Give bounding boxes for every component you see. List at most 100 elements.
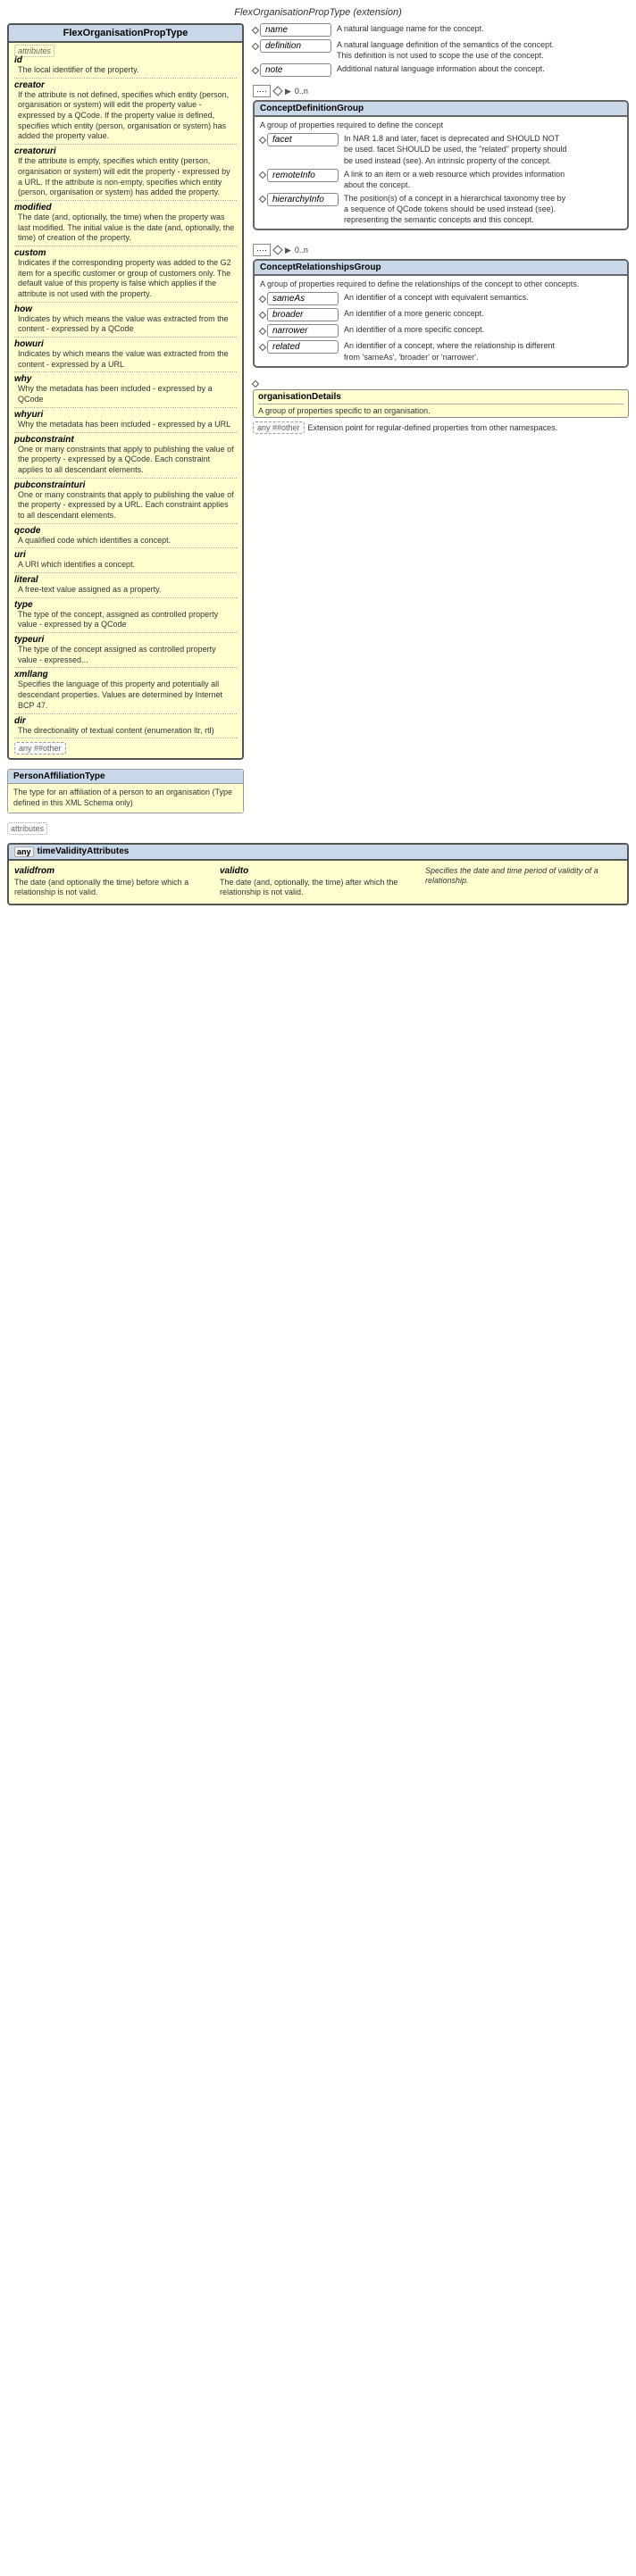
crg-desc: A group of properties required to define… (260, 279, 622, 288)
attr-why: why Why the metadata has been included -… (14, 374, 237, 404)
prop-name-narrower: narrower (267, 324, 339, 338)
time-validity-section: any timeValidityAttributes validfrom The… (7, 843, 629, 905)
tv-title: timeValidityAttributes (38, 846, 130, 856)
prop-name-sameas: sameAs (267, 292, 339, 305)
cdg-connector-dots: ···· (253, 85, 271, 97)
top-section: FlexOrganisationPropType attributes id T… (7, 23, 629, 813)
prop-desc-sameas: An identifier of a concept with equivale… (344, 292, 529, 303)
org-any-other-row: any ##other Extension point for regular-… (253, 421, 629, 434)
attr-custom: custom Indicates if the corresponding pr… (14, 248, 237, 300)
diamond-icon-definition (252, 42, 259, 49)
org-any-other-desc: Extension point for regular-defined prop… (308, 423, 558, 432)
validfrom-name: validfrom (14, 866, 211, 876)
diamond-icon-related (259, 344, 266, 351)
prop-name-remoteinfo: remoteInfo (267, 169, 339, 182)
attr-pubconstrainturi: pubconstrainturi One or many constraints… (14, 480, 237, 521)
crg-connector-dots: ···· (253, 244, 271, 256)
tv-header-any: any (14, 846, 34, 857)
right-panel: name A natural language name for the con… (253, 23, 629, 439)
person-affiliation-box: PersonAffiliationType The type for an af… (7, 769, 244, 813)
prop-row-hierarchyinfo: hierarchyInfo The position(s) of a conce… (260, 193, 622, 225)
flex-org-prop-type-title: FlexOrganisationPropType (9, 25, 242, 43)
prop-desc-narrower: An identifier of a more specific concept… (344, 324, 484, 335)
prop-name-broader: broader (267, 308, 339, 321)
attr-howuri: howuri Indicates by which means the valu… (14, 339, 237, 370)
diagram-container: FlexOrganisationPropType (extension) Fle… (0, 0, 636, 2576)
person-affiliation-body: The type for an affiliation of a person … (8, 784, 243, 812)
prop-row-name: name A natural language name for the con… (253, 23, 629, 37)
attr-uri: uri A URI which identifies a concept. (14, 550, 237, 571)
prop-row-broader: broader An identifier of a more generic … (260, 308, 622, 321)
attr-creator: creator If the attribute is not defined,… (14, 80, 237, 142)
prop-row-definition: definition A natural language definition… (253, 39, 629, 61)
prop-desc-facet: In NAR 1.8 and later, facet is deprecate… (344, 133, 567, 165)
attr-whyuri: whyuri Why the metadata has been include… (14, 410, 237, 430)
crg-multi-label: 0..n (295, 246, 308, 254)
flex-org-prop-type-box: FlexOrganisationPropType attributes id T… (7, 23, 244, 760)
cdg-multiplicity: ▶ (285, 87, 291, 96)
concept-relationships-group-section: ···· ▶ 0..n ConceptRelationshipsGroup A … (253, 244, 629, 367)
diamond-icon-facet (259, 137, 266, 144)
bottom-attributes-label: attributes (7, 822, 47, 835)
attr-creatoruri: creatoruri If the attribute is empty, sp… (14, 146, 237, 198)
organisation-details-box: organisationDetails A group of propertie… (253, 389, 629, 418)
org-details-desc: A group of properties specific to an org… (258, 406, 623, 415)
concept-definition-group-box: ConceptDefinitionGroup A group of proper… (253, 100, 629, 230)
prop-row-related: related An identifier of a concept, wher… (260, 340, 622, 362)
prop-desc-broader: An identifier of a more generic concept. (344, 308, 484, 319)
prop-row-note: note Additional natural language informa… (253, 63, 629, 77)
diamond-icon-sameas (259, 296, 266, 303)
concept-relationships-group-box: ConceptRelationshipsGroup A group of pro… (253, 259, 629, 367)
attr-dir: dir The directionality of textual conten… (14, 716, 237, 737)
prop-name-hierarchyinfo: hierarchyInfo (267, 193, 339, 206)
organisation-details-section: organisationDetails A group of propertie… (253, 381, 629, 434)
prop-desc-hierarchyinfo: The position(s) of a concept in a hierar… (344, 193, 567, 225)
cdg-body: A group of properties required to define… (255, 117, 627, 229)
attr-pubconstraint: pubconstraint One or many constraints th… (14, 435, 237, 476)
prop-row-facet: facet In NAR 1.8 and later, facet is dep… (260, 133, 622, 165)
diamond-icon-note (252, 67, 259, 74)
prop-name-definition: definition (260, 39, 331, 53)
cdg-title: ConceptDefinitionGroup (255, 102, 627, 117)
attr-type: type The type of the concept, assigned a… (14, 600, 237, 630)
schema-title: FlexOrganisationPropType (extension) (7, 7, 629, 18)
validto-section: validto The date (and, optionally, the t… (220, 866, 416, 898)
time-validity-header: any timeValidityAttributes (9, 845, 627, 861)
attr-typeuri: typeuri The type of the concept assigned… (14, 635, 237, 665)
diamond-icon-name (252, 26, 259, 33)
prop-row-narrower: narrower An identifier of a more specifi… (260, 324, 622, 338)
crg-diamond-icon (272, 246, 282, 255)
org-details-title: organisationDetails (258, 392, 623, 404)
prop-desc-remoteinfo: A link to an item or a web resource whic… (344, 169, 567, 190)
prop-desc-note: Additional natural language information … (337, 63, 545, 74)
prop-name-name: name (260, 23, 331, 37)
crg-arrow: ▶ (285, 246, 291, 255)
prop-row-sameas: sameAs An identifier of a concept with e… (260, 292, 622, 305)
prop-desc-name: A natural language name for the concept. (337, 23, 484, 34)
person-affiliation-title: PersonAffiliationType (8, 770, 243, 784)
prop-name-note: note (260, 63, 331, 77)
attributes-label: attributes (14, 46, 237, 55)
any-other-item: any ##other (14, 742, 237, 754)
cdg-multi-label: 0..n (295, 87, 308, 96)
prop-name-facet: facet (267, 133, 339, 146)
attr-xmllang: xmllang Specifies the language of this p… (14, 670, 237, 711)
diamond-icon-orgdetails (252, 379, 259, 387)
bottom-section: attributes any timeValidityAttributes va… (7, 824, 629, 905)
crg-body: A group of properties required to define… (255, 276, 627, 365)
prop-row-remoteinfo: remoteInfo A link to an item or a web re… (260, 169, 622, 190)
diamond-icon-remoteinfo (259, 171, 266, 179)
attr-how: how Indicates by which means the value w… (14, 304, 237, 335)
concept-props-list: name A natural language name for the con… (253, 23, 629, 439)
concept-definition-group-section: ···· ▶ 0..n ConceptDefinitionGroup A gro… (253, 85, 629, 230)
org-any-other-tag: any ##other (253, 421, 305, 434)
attr-id: id The local identifier of the property. (14, 55, 237, 76)
validto-name: validto (220, 866, 416, 876)
prop-name-related: related (267, 340, 339, 354)
validfrom-desc: The date (and optionally the time) befor… (14, 878, 211, 898)
tv-note: Specifies the date and time period of va… (425, 866, 622, 898)
person-affiliation-desc: The type for an affiliation of a person … (13, 788, 238, 808)
diamond-icon-broader (259, 312, 266, 319)
prop-desc-definition: A natural language definition of the sem… (337, 39, 560, 61)
diamond-icon-narrower (259, 328, 266, 335)
